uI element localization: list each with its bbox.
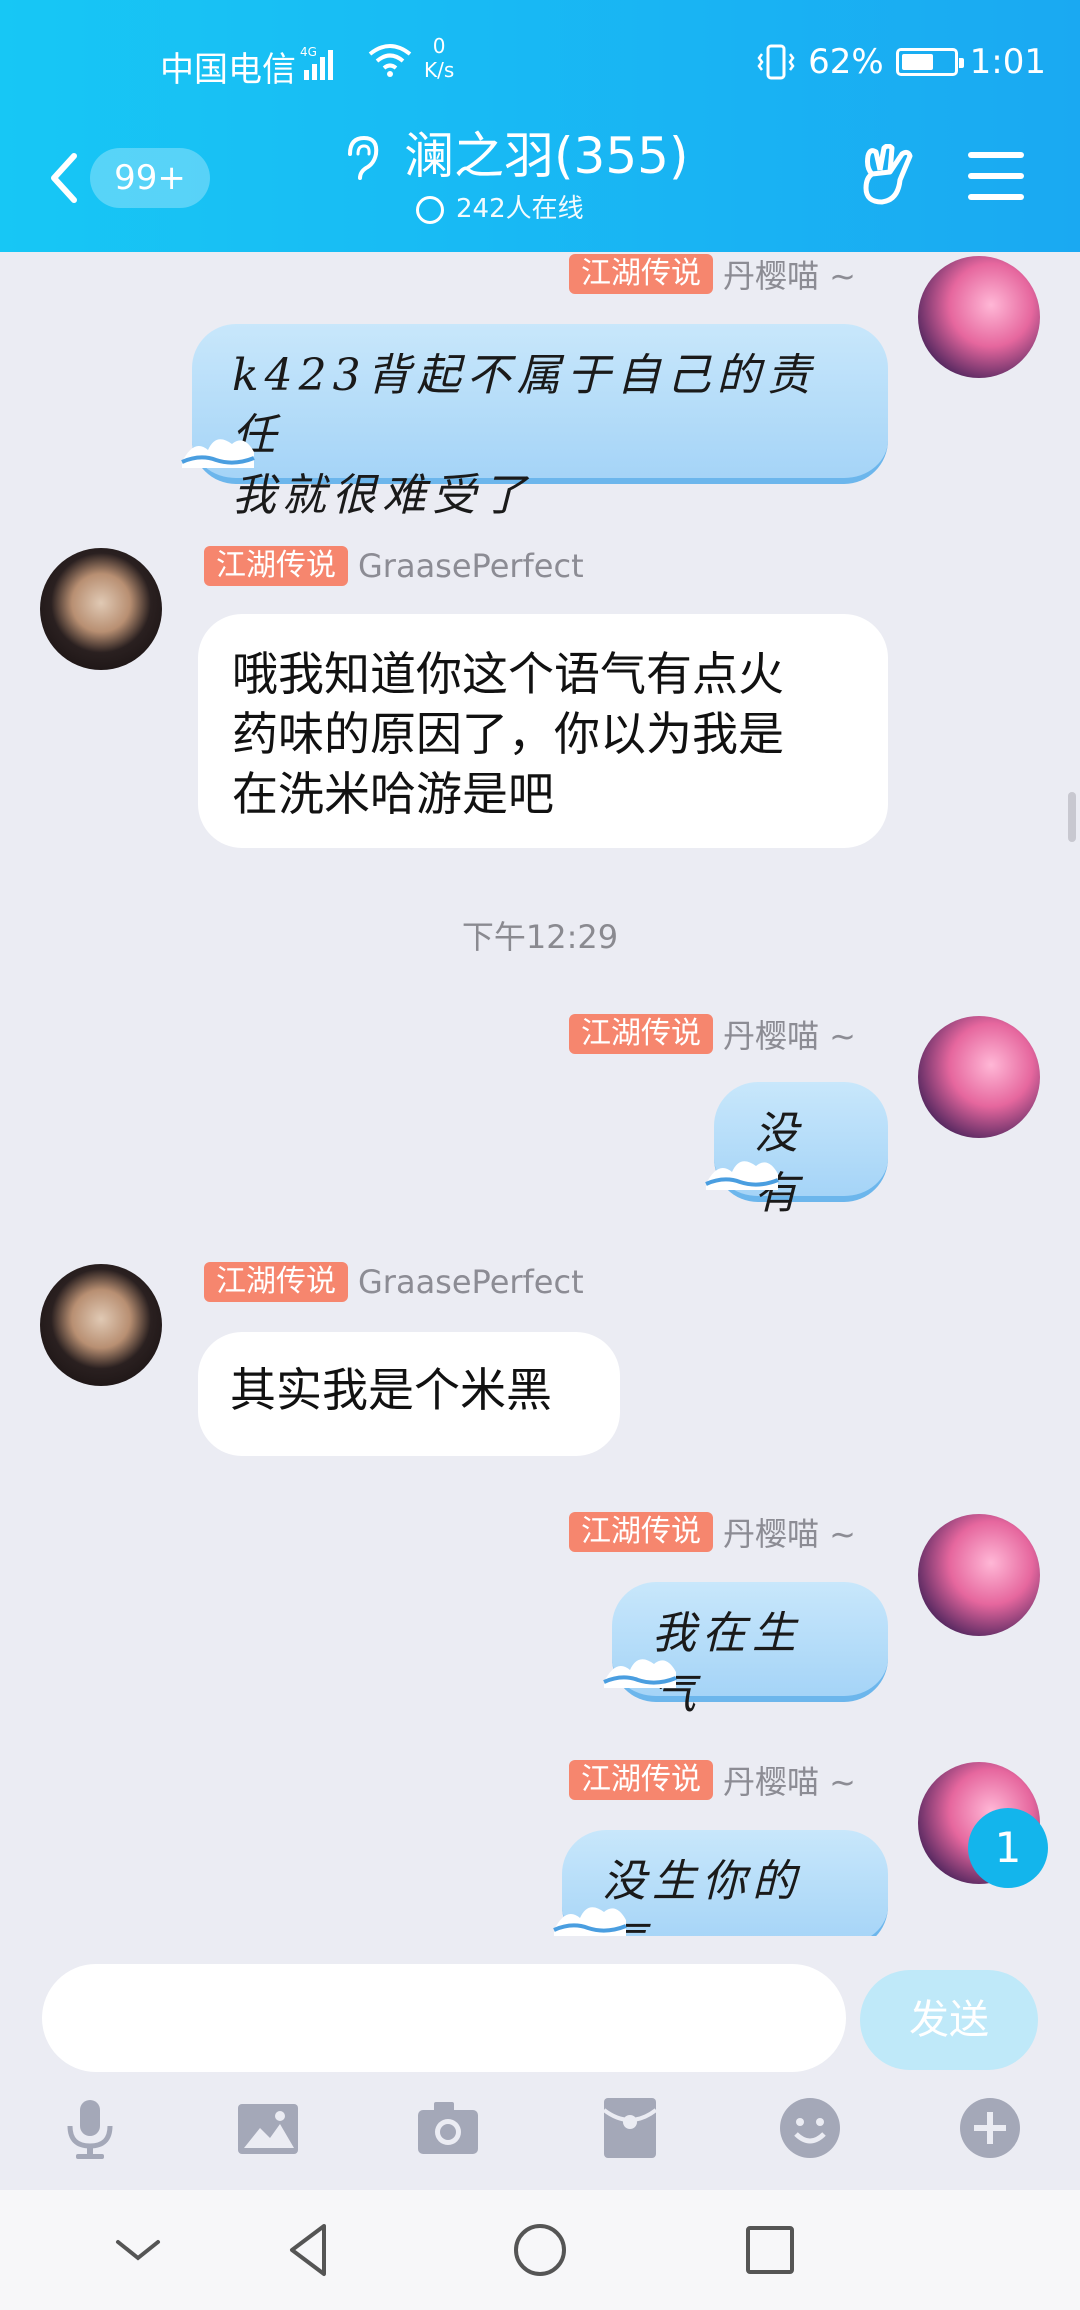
nav-back-icon[interactable] — [278, 2218, 342, 2282]
vibrate-icon — [757, 44, 795, 80]
message-input[interactable] — [42, 1964, 846, 2072]
status-bar: 中国电信 4G 0 K/s 62% 1:01 — [0, 30, 1080, 100]
carrier-label: 中国电信 — [160, 50, 296, 90]
svg-text:4G: 4G — [300, 45, 317, 59]
message-bubble[interactable]: 哦我知道你这个语气有点火 药味的原因了，你以为我是 在洗米哈游是吧 — [198, 614, 888, 848]
online-count: 242人在线 — [456, 194, 584, 224]
collapse-chevron-icon[interactable] — [106, 2218, 170, 2282]
scrollbar[interactable] — [1068, 792, 1076, 842]
send-button[interactable]: 发送 — [860, 1970, 1038, 2070]
input-bar: 发送 — [0, 1936, 1080, 2190]
sender-name[interactable]: 丹樱喵 ~ — [723, 1509, 856, 1555]
message-bubble[interactable]: 其实我是个米黑 — [198, 1332, 620, 1456]
sender-line: 江湖传说 丹樱喵 ~ — [569, 252, 856, 296]
unread-badge[interactable]: 99+ — [90, 148, 210, 208]
nav-recents-icon[interactable] — [738, 2218, 802, 2282]
sender-name[interactable]: 丹樱喵 ~ — [723, 252, 856, 297]
avatar[interactable] — [40, 1264, 162, 1386]
wave-decoration-icon — [181, 439, 255, 468]
mic-icon[interactable] — [58, 2096, 122, 2160]
battery-icon — [895, 48, 964, 76]
sender-line: 江湖传说 丹樱喵 ~ — [569, 1510, 856, 1554]
net-speed: 0 K/s — [424, 34, 455, 82]
emoji-icon[interactable] — [778, 2096, 842, 2160]
camera-icon[interactable] — [416, 2096, 480, 2160]
timestamp: 下午12:29 — [461, 918, 619, 956]
battery-percent: 62% — [808, 42, 884, 82]
new-message-badge[interactable]: 1 — [968, 1808, 1048, 1888]
sender-name[interactable]: GraasePerfect — [358, 547, 584, 585]
wifi-icon — [368, 44, 412, 77]
page-title: 澜之羽(355) — [404, 127, 689, 185]
avatar[interactable] — [918, 1016, 1040, 1138]
clock: 1:01 — [969, 42, 1046, 82]
system-nav-bar — [0, 2190, 1080, 2310]
member-title-tag: 江湖传说 — [204, 1262, 348, 1302]
sender-name[interactable]: GraasePerfect — [358, 1263, 584, 1301]
message-bubble[interactable]: k423背起不属于自己的责任 我就很难受了 — [192, 324, 888, 521]
nav-home-icon[interactable] — [508, 2218, 572, 2282]
signal-icon: 4G — [300, 45, 333, 80]
red-packet-icon[interactable] — [598, 2096, 662, 2160]
chat-header: 中国电信 4G 0 K/s 62% 1:01 99+ 澜之羽(355) 242人… — [0, 0, 1080, 252]
sender-name[interactable]: 丹樱喵 ~ — [723, 1757, 856, 1803]
group-title-area[interactable]: 澜之羽(355) 242人在线 — [340, 124, 740, 234]
sender-name[interactable]: 丹樱喵 ~ — [723, 1011, 856, 1057]
member-title-tag: 江湖传说 — [569, 1760, 713, 1800]
avatar[interactable] — [40, 548, 162, 670]
sender-line: 江湖传说 GraasePerfect — [204, 544, 584, 588]
wave-decoration-icon — [705, 1161, 779, 1190]
sender-line: 江湖传说 GraasePerfect — [204, 1260, 584, 1304]
wave-decoration-icon — [603, 1659, 677, 1688]
status-right: 62% 1:01 — [756, 42, 1046, 82]
sender-line: 江湖传说 丹樱喵 ~ — [569, 1758, 856, 1802]
online-check-icon — [416, 196, 444, 224]
wave-decoration-icon — [553, 1907, 627, 1936]
member-title-tag: 江湖传说 — [204, 546, 348, 586]
hand-gesture-icon[interactable] — [858, 144, 920, 210]
sender-line: 江湖传说 丹樱喵 ~ — [569, 1012, 856, 1056]
back-button[interactable] — [44, 148, 84, 208]
plus-icon[interactable] — [958, 2096, 1022, 2160]
avatar[interactable] — [918, 1514, 1040, 1636]
member-title-tag: 江湖传说 — [569, 1014, 713, 1054]
ear-icon — [348, 135, 379, 180]
message-list[interactable]: 江湖传说 丹樱喵 ~ k423背起不属于自己的责任 我就很难受了 江湖传说 Gr… — [0, 252, 1080, 1936]
member-title-tag: 江湖传说 — [569, 1512, 713, 1552]
image-icon[interactable] — [236, 2096, 300, 2160]
member-title-tag: 江湖传说 — [569, 254, 713, 294]
menu-button[interactable] — [968, 152, 1024, 200]
avatar[interactable] — [918, 256, 1040, 378]
